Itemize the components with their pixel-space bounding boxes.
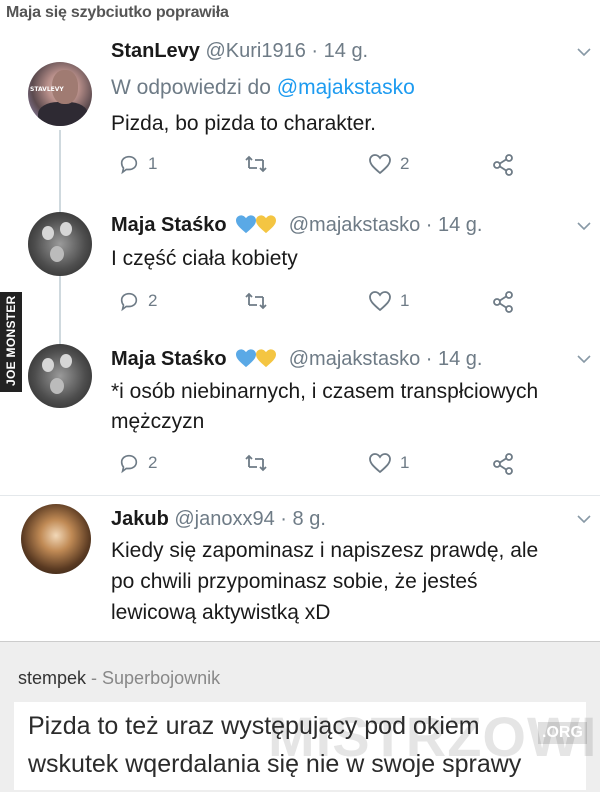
- joe-monster-watermark: JOE MONSTER: [0, 292, 22, 392]
- reply-count: 2: [148, 453, 158, 472]
- yellow-heart-icon: [256, 215, 277, 234]
- share-icon: [493, 154, 513, 176]
- author-handle: @majakstasko · 14 g.: [288, 348, 483, 370]
- like-button[interactable]: 2: [368, 153, 409, 175]
- share-button[interactable]: [491, 154, 515, 176]
- avatar[interactable]: [28, 212, 92, 276]
- retweet-button[interactable]: [244, 290, 268, 312]
- heart-outline-icon: [369, 453, 391, 474]
- blue-heart-icon: [236, 349, 257, 368]
- retweet-icon: [245, 454, 267, 472]
- heart-outline-icon: [369, 291, 391, 312]
- retweet-icon: [245, 292, 267, 310]
- author-handle: @majakstasko · 14 g.: [288, 214, 483, 236]
- author-name[interactable]: StanLevy: [111, 40, 200, 62]
- reply-button[interactable]: 1: [118, 153, 157, 175]
- retweet-button[interactable]: [244, 452, 268, 474]
- like-count: 2: [400, 154, 410, 173]
- reply-count: 1: [148, 154, 158, 173]
- tweet-header: Maja Staśko @majakstasko · 14 g.: [111, 214, 482, 237]
- heart-outline-icon: [369, 154, 391, 175]
- share-button[interactable]: [491, 453, 515, 475]
- avatar[interactable]: STAVLEVY: [28, 62, 92, 126]
- blue-heart-icon: [236, 215, 257, 234]
- tweet-screenshot: STAVLEVY StanLevy @Kuri1916 · 14 g. W od…: [0, 28, 600, 636]
- avatar[interactable]: [28, 344, 92, 408]
- comment-body: MISTRZOWIE .ORG Pizda to też uraz występ…: [14, 702, 600, 790]
- author-handle: @Kuri1916 · 14 g.: [205, 40, 369, 62]
- avatar[interactable]: [21, 504, 91, 574]
- tweet-text: I część ciała kobiety: [111, 247, 298, 270]
- reply-icon: [120, 454, 138, 474]
- share-button[interactable]: [491, 291, 515, 313]
- reply-context: W odpowiedzi do @majakstasko: [111, 76, 415, 99]
- reply-button[interactable]: 2: [118, 452, 157, 474]
- mention-link[interactable]: @majakstasko: [277, 76, 415, 99]
- comment-rank: Superbojownik: [102, 668, 221, 688]
- like-count: 1: [400, 291, 410, 310]
- reply-button[interactable]: 2: [118, 290, 157, 312]
- tweet-separator: [0, 495, 600, 496]
- thread-line: [59, 273, 61, 345]
- yellow-heart-icon: [256, 349, 277, 368]
- share-icon: [493, 453, 513, 475]
- like-button[interactable]: 1: [368, 452, 409, 474]
- chevron-down-icon[interactable]: [577, 221, 591, 231]
- page-title: Maja się szybciutko poprawiła: [6, 4, 229, 21]
- site-watermark-suffix: .ORG: [538, 722, 587, 744]
- comment-username[interactable]: stempek: [18, 668, 86, 688]
- thread-line: [59, 130, 61, 214]
- chevron-down-icon[interactable]: [577, 514, 591, 524]
- tweet-text: po chwili przypominasz sobie, że jesteś: [111, 570, 478, 593]
- tweet-text: Pizda, bo pizda to charakter.: [111, 112, 376, 135]
- reply-icon: [120, 292, 138, 312]
- author-name[interactable]: Maja Staśko: [111, 214, 227, 236]
- chevron-down-icon[interactable]: [577, 354, 591, 364]
- tweet-text: *i osób niebinarnych, i czasem transpłci…: [111, 380, 539, 403]
- tweet-text: lewicową aktywistką xD: [111, 601, 331, 624]
- share-icon: [493, 291, 513, 313]
- retweet-button[interactable]: [244, 153, 268, 175]
- tweet-header: Jakub @janoxx94 · 8 g.: [111, 508, 326, 531]
- comment-text: Pizda to też uraz występujący pod okiem: [28, 712, 480, 740]
- comment-section: stempek - Superbojownik MISTRZOWIE .ORG …: [0, 641, 600, 792]
- comment-text: wskutek wqerdalania się nie w swoje spra…: [28, 750, 522, 778]
- tweet-header: Maja Staśko @majakstasko · 14 g.: [111, 348, 482, 371]
- tweet-text: Kiedy się zapominasz i napiszesz prawdę,…: [111, 539, 539, 562]
- author-handle: @janoxx94 · 8 g.: [174, 508, 326, 530]
- like-count: 1: [400, 453, 410, 472]
- author-name[interactable]: Maja Staśko: [111, 348, 227, 370]
- chevron-down-icon[interactable]: [577, 47, 591, 57]
- reply-icon: [120, 155, 138, 175]
- tweet-text: mężczyzn: [111, 410, 205, 433]
- comment-meta: stempek - Superbojownik: [18, 668, 221, 688]
- retweet-icon: [245, 155, 267, 173]
- like-button[interactable]: 1: [368, 290, 409, 312]
- tweet-header: StanLevy @Kuri1916 · 14 g.: [111, 40, 368, 63]
- author-name[interactable]: Jakub: [111, 508, 169, 530]
- reply-count: 2: [148, 291, 158, 310]
